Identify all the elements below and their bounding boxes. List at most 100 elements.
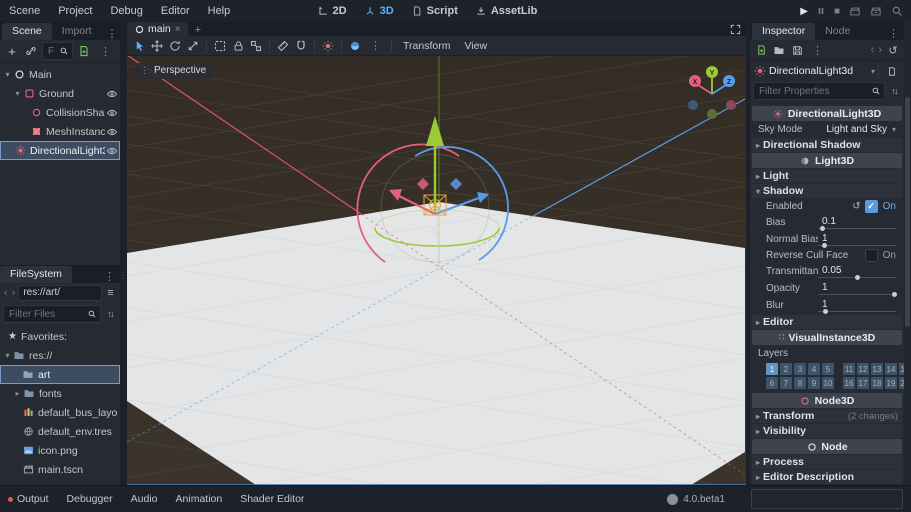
enabled-checkbox[interactable]: ✓ — [865, 200, 878, 213]
visibility-eye-icon[interactable] — [105, 106, 118, 119]
section-process[interactable]: ▸ Process — [752, 455, 902, 469]
save-resource-icon[interactable] — [789, 42, 805, 58]
layer-cell[interactable]: 8 — [794, 377, 806, 389]
layer-cell[interactable]: 17 — [857, 377, 869, 389]
collapse-icon[interactable]: ▾ — [12, 89, 23, 98]
scene-tree-item-main[interactable]: ▾ Main — [0, 65, 120, 84]
expand-viewport-icon[interactable] — [728, 23, 742, 35]
play-scene-icon[interactable] — [849, 6, 861, 17]
visibility-eye-icon[interactable] — [105, 87, 118, 100]
section-light[interactable]: ▸ Light — [752, 169, 902, 183]
workspace-script[interactable]: Script — [405, 0, 465, 22]
layer-cell[interactable]: 6 — [766, 377, 778, 389]
movie-maker-icon[interactable] — [891, 5, 903, 17]
scene-tree-menu-icon[interactable]: ⋮ — [95, 45, 116, 58]
layer-cell[interactable]: 14 — [885, 363, 897, 375]
layer-cell[interactable]: 4 — [808, 363, 820, 375]
load-resource-icon[interactable] — [771, 42, 787, 58]
layer-cell[interactable]: 10 — [822, 377, 834, 389]
tab-import[interactable]: Import — [52, 23, 102, 40]
fs-item-icon-png[interactable]: icon.png — [0, 441, 120, 460]
new-resource-icon[interactable] — [753, 42, 769, 58]
sort-icon[interactable]: ↑↓ — [103, 306, 117, 322]
layer-cell[interactable]: 1 — [766, 363, 778, 375]
instance-scene-icon[interactable] — [23, 43, 39, 59]
expand-icon[interactable]: ▸ — [12, 389, 23, 398]
bottom-tab-animation[interactable]: Animation — [176, 493, 223, 505]
left-splitter[interactable]: ⋮ — [120, 22, 127, 485]
layer-cell[interactable]: 7 — [780, 377, 792, 389]
scale-tool-icon[interactable] — [185, 38, 201, 54]
workspace-2d[interactable]: 2D — [311, 0, 354, 22]
bottom-tab-audio[interactable]: Audio — [131, 493, 158, 505]
attach-script-icon[interactable] — [76, 43, 92, 59]
filter-node-input[interactable] — [46, 45, 56, 58]
reverse-cull-checkbox[interactable] — [865, 249, 878, 262]
visibility-eye-icon[interactable] — [105, 144, 118, 157]
inspector-scrollbar[interactable] — [904, 22, 911, 485]
lock-icon[interactable] — [230, 38, 246, 54]
layer-cell[interactable]: 18 — [871, 377, 883, 389]
history-back-icon[interactable]: ‹ — [870, 44, 876, 56]
selection-list-icon[interactable] — [212, 38, 228, 54]
layer-cell[interactable]: 19 — [885, 377, 897, 389]
layer-cell[interactable]: 16 — [843, 377, 855, 389]
property-sky-mode[interactable]: Sky Mode Light and Sky ▾ — [752, 122, 902, 137]
history-forward-icon[interactable]: › — [877, 44, 883, 56]
tab-node[interactable]: Node — [815, 23, 860, 40]
group-icon[interactable] — [248, 38, 264, 54]
fs-item-fonts[interactable]: ▸ fonts — [0, 384, 120, 403]
opacity-spin-slider[interactable]: 1 — [818, 281, 896, 296]
viewport-3d[interactable]: X Y Z ⋮ Perspective — [127, 56, 746, 485]
edited-object-row[interactable]: DirectionalLight3d ▾ — [750, 61, 904, 81]
scene-tree-item-collisionshape3d[interactable]: CollisionShape3d — [0, 103, 120, 122]
transmittance-bias-spin-slider[interactable]: 0.05 — [818, 264, 896, 279]
close-tab-icon[interactable]: × — [175, 24, 181, 35]
filter-files-input[interactable] — [7, 308, 84, 321]
new-scene-tab-icon[interactable]: + — [188, 24, 208, 36]
pause-icon[interactable] — [817, 6, 825, 16]
move-tool-icon[interactable] — [149, 38, 165, 54]
menu-help[interactable]: Help — [199, 0, 240, 22]
scene-tab-main[interactable]: main × — [127, 22, 188, 36]
collapse-icon[interactable]: ▾ — [2, 70, 13, 79]
version-info[interactable]: 4.0.beta1 — [667, 494, 725, 505]
section-editor[interactable]: ▸ Editor — [752, 315, 902, 329]
section-visibility[interactable]: ▸ Visibility — [752, 424, 902, 438]
select-tool-icon[interactable] — [131, 38, 147, 54]
play-custom-scene-icon[interactable] — [870, 6, 882, 17]
menu-editor[interactable]: Editor — [152, 0, 199, 22]
section-directional-shadow[interactable]: ▸ Directional Shadow — [752, 138, 902, 152]
layer-cell[interactable]: 5 — [822, 363, 834, 375]
normal-bias-spin-slider[interactable]: 1 — [818, 232, 896, 247]
bottom-tab-debugger[interactable]: Debugger — [67, 493, 113, 505]
layer-cell[interactable]: 13 — [871, 363, 883, 375]
scene-tree-item-meshinstance3d[interactable]: MeshInstance3d — [0, 122, 120, 141]
layer-cell[interactable]: 3 — [794, 363, 806, 375]
workspace-3d[interactable]: 3D — [358, 0, 401, 22]
tab-scene[interactable]: Scene — [2, 23, 52, 40]
layer-cell[interactable]: 12 — [857, 363, 869, 375]
layer-cell[interactable]: 2 — [780, 363, 792, 375]
transform-menu[interactable]: Transform — [397, 40, 456, 52]
filesystem-menu-icon[interactable]: ⋮ — [99, 270, 120, 283]
visibility-eye-icon[interactable] — [105, 125, 118, 138]
section-shadow[interactable]: ▾ Shadow — [752, 184, 902, 198]
layer-cell[interactable]: 11 — [843, 363, 855, 375]
workspace-assetlib[interactable]: AssetLib — [469, 0, 544, 22]
fs-item-default-env[interactable]: default_env.tres — [0, 422, 120, 441]
bias-spin-slider[interactable]: 0.1 — [818, 215, 896, 230]
view-menu[interactable]: View — [458, 40, 493, 52]
collapse-icon[interactable]: ▾ — [2, 351, 13, 360]
object-docs-icon[interactable] — [878, 63, 901, 79]
ruler-icon[interactable] — [275, 38, 291, 54]
viewport-render[interactable]: X Y Z — [127, 56, 746, 485]
section-editor-description[interactable]: ▸ Editor Description — [752, 470, 902, 484]
fs-item-main-tscn[interactable]: main.tscn — [0, 460, 120, 479]
favorites-row[interactable]: ★ Favorites: — [0, 327, 120, 346]
fs-item-res[interactable]: ▾ res:// — [0, 346, 120, 365]
bottom-tab-output[interactable]: Output — [8, 493, 49, 505]
scene-tree-item-ground[interactable]: ▾ Ground — [0, 84, 120, 103]
view-options-icon[interactable]: ⋮ — [365, 39, 386, 52]
section-transform[interactable]: ▸ Transform (2 changes) — [752, 409, 902, 423]
